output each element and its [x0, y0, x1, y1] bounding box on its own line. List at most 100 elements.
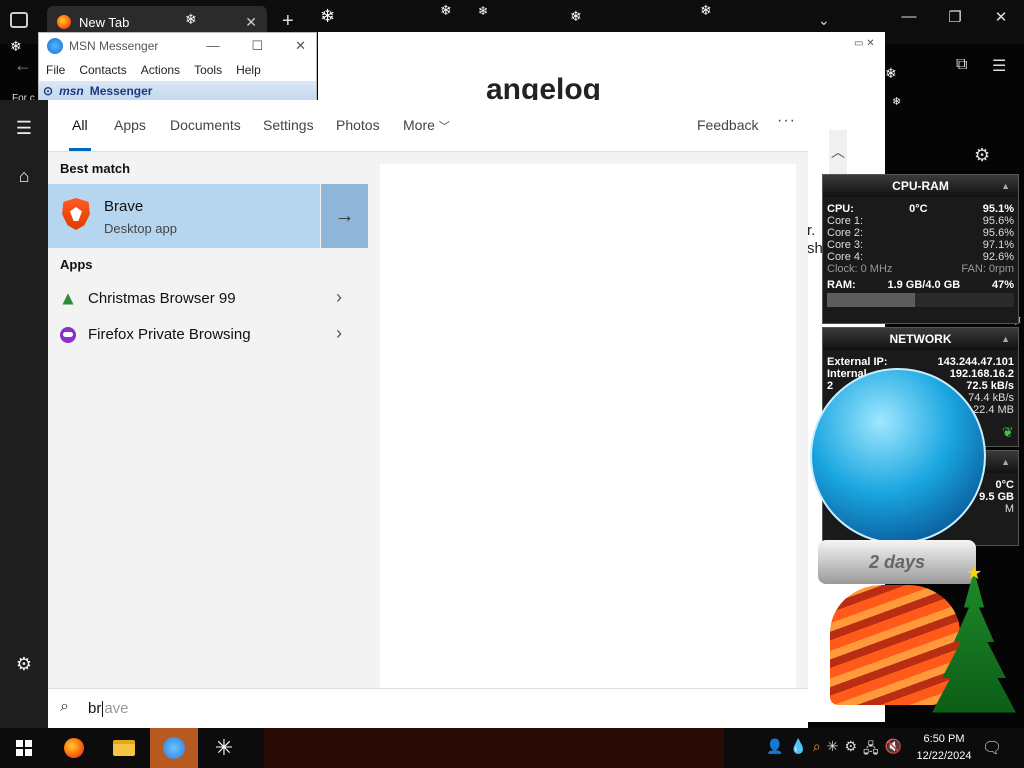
- chevron-down-icon: ﹀: [438, 121, 450, 133]
- best-match-result[interactable]: Brave Desktop app →: [48, 184, 368, 248]
- taskbar: ✳ 👤 💧 ⌕ ✳ ⚙ 🖧 🔇 6:50 PM 12/22/2024 🗨: [0, 728, 1024, 768]
- cpu-percent: 95.1%: [982, 203, 1014, 215]
- settings-gear-icon[interactable]: ⚙: [12, 652, 36, 676]
- msn-minimize-button[interactable]: —: [206, 38, 219, 54]
- list-tabs-chevron-icon[interactable]: ⌄: [818, 12, 830, 29]
- tray-search-icon[interactable]: ⌕: [813, 738, 821, 762]
- more-options-icon[interactable]: ···: [777, 112, 796, 130]
- msn-menu-help[interactable]: Help: [236, 63, 261, 77]
- start-button[interactable]: [0, 728, 48, 768]
- msn-window-title: MSN Messenger: [69, 39, 159, 53]
- tray-volume-muted-icon[interactable]: 🔇: [885, 738, 902, 762]
- star-icon: ★: [966, 563, 983, 583]
- settings-gear-icon[interactable]: ⚙: [974, 145, 990, 166]
- core-row: Core 4: 92.6%: [823, 251, 1018, 263]
- taskbar-clock[interactable]: 6:50 PM 12/22/2024: [914, 731, 974, 765]
- windows-logo-icon: [16, 739, 32, 756]
- close-tab-icon[interactable]: ✕: [245, 14, 257, 31]
- clock-fan-row: Clock: 0 MHz FAN: 0rpm: [823, 263, 1018, 275]
- ram-value: 1.9 GB/4.0 GB: [887, 279, 961, 291]
- app-result-firefox-private[interactable]: Firefox Private Browsing ›: [48, 318, 368, 352]
- app-menu-icon[interactable]: ☰: [992, 56, 1006, 76]
- best-match-heading: Best match: [60, 161, 131, 176]
- best-match-name: Brave: [104, 198, 144, 215]
- msn-menu-tools[interactable]: Tools: [194, 63, 222, 77]
- tray-drop-icon[interactable]: 💧: [789, 738, 806, 762]
- snowflake-icon: ❄: [570, 8, 582, 24]
- tab-photos[interactable]: Photos: [336, 117, 380, 133]
- taskbar-sparkle-app[interactable]: ✳: [200, 728, 248, 768]
- globe-stand: [830, 585, 960, 705]
- folder-icon: [113, 740, 135, 756]
- drive-temp: 0°C: [995, 479, 1014, 491]
- msn-menu-file[interactable]: File: [46, 63, 65, 77]
- chevron-right-icon[interactable]: ›: [336, 323, 342, 344]
- tray-people-icon[interactable]: 👤: [766, 738, 783, 762]
- scroll-up-button[interactable]: ︿: [829, 130, 847, 175]
- msn-maximize-button[interactable]: ☐: [251, 38, 263, 54]
- msn-buddy-icon: [47, 38, 63, 54]
- snow-globe-gadget[interactable]: [810, 368, 986, 544]
- home-icon[interactable]: ⌂: [12, 164, 36, 188]
- collapse-triangle-icon[interactable]: ▲: [1001, 328, 1010, 350]
- tray-sparkle-icon[interactable]: ✳: [827, 738, 839, 762]
- search-input[interactable]: br ave: [88, 700, 129, 718]
- taskbar-file-explorer[interactable]: [100, 728, 148, 768]
- collapse-chevron-icon[interactable]: ⊙: [43, 84, 53, 98]
- tab-all[interactable]: All: [72, 117, 88, 133]
- maximize-button[interactable]: ❐: [932, 8, 978, 26]
- tray-network-icon[interactable]: 🖧: [863, 738, 879, 762]
- network-value: 192.168.16.2: [949, 368, 1014, 380]
- msn-messenger-window[interactable]: MSN Messenger — ☐ ✕ File Contacts Action…: [38, 32, 317, 102]
- collapse-triangle-icon[interactable]: ▲: [1001, 451, 1010, 473]
- sparkle-icon: ✳: [214, 735, 234, 760]
- ram-usage-fill: [827, 293, 915, 307]
- msn-title-bar[interactable]: MSN Messenger — ☐ ✕: [39, 33, 316, 59]
- tab-more[interactable]: More ﹀: [403, 117, 450, 134]
- apps-heading: Apps: [60, 257, 93, 272]
- tray-settings-icon[interactable]: ⚙: [844, 738, 857, 762]
- cpu-ram-gadget[interactable]: CPU-RAM ▲ CPU: 0°C 95.1% Core 1: 95.6% Co…: [822, 174, 1019, 324]
- brave-lion-icon: [62, 198, 90, 230]
- search-box[interactable]: ⌕ br ave: [48, 688, 808, 728]
- chevron-right-icon[interactable]: ›: [336, 287, 342, 308]
- open-arrow-button[interactable]: →: [320, 184, 368, 248]
- page-right-snippet: r. sh: [807, 222, 823, 257]
- msn-menu-actions[interactable]: Actions: [141, 63, 180, 77]
- snowflake-icon: ❄: [10, 38, 22, 54]
- tab-documents[interactable]: Documents: [170, 117, 241, 133]
- msn-close-button[interactable]: ✕: [295, 38, 306, 54]
- core-label: Core 1:: [827, 215, 864, 227]
- core-value: 95.6%: [982, 227, 1014, 239]
- tab-settings[interactable]: Settings: [263, 117, 314, 133]
- network-label: External IP:: [827, 356, 888, 368]
- extensions-icon[interactable]: ⧉: [956, 56, 967, 74]
- search-query-suggestion: ave: [104, 700, 129, 717]
- app-result-christmas-browser[interactable]: Christmas Browser 99 ›: [48, 282, 368, 316]
- tab-overview-icon[interactable]: [10, 12, 28, 28]
- core-label: Core 3:: [827, 239, 864, 251]
- search-filter-tabs: All Apps Documents Settings Photos More ﹀…: [48, 100, 808, 152]
- hamburger-menu-icon[interactable]: ☰: [12, 116, 36, 140]
- tab-apps[interactable]: Apps: [114, 117, 146, 133]
- network-value: 74.4 kB/s: [968, 392, 1014, 404]
- feedback-link[interactable]: Feedback: [697, 117, 758, 133]
- core-value: 92.6%: [982, 251, 1014, 263]
- close-window-button[interactable]: ✕: [978, 8, 1024, 26]
- firefox-icon: [64, 738, 84, 758]
- core-label: Core 4:: [827, 251, 864, 263]
- msn-menu-contacts[interactable]: Contacts: [79, 63, 126, 77]
- taskbar-msn-messenger[interactable]: [150, 728, 198, 768]
- notification-center-icon[interactable]: 🗨: [982, 738, 1002, 758]
- collapse-triangle-icon[interactable]: ▲: [1001, 175, 1010, 197]
- core-row: Core 1: 95.6%: [823, 215, 1018, 227]
- new-tab-button[interactable]: +: [282, 10, 294, 33]
- minimize-button[interactable]: —: [886, 8, 932, 26]
- countdown-label: 2 days: [818, 540, 976, 584]
- cpu-temp: 0°C: [909, 203, 928, 215]
- back-arrow-icon[interactable]: ←: [14, 55, 32, 76]
- core-value: 97.1%: [982, 239, 1014, 251]
- msn-window-mini-controls[interactable]: ▭ ✕: [854, 38, 875, 49]
- taskbar-firefox[interactable]: [50, 728, 98, 768]
- search-left-rail: ☰ ⌂ ⚙: [0, 100, 48, 728]
